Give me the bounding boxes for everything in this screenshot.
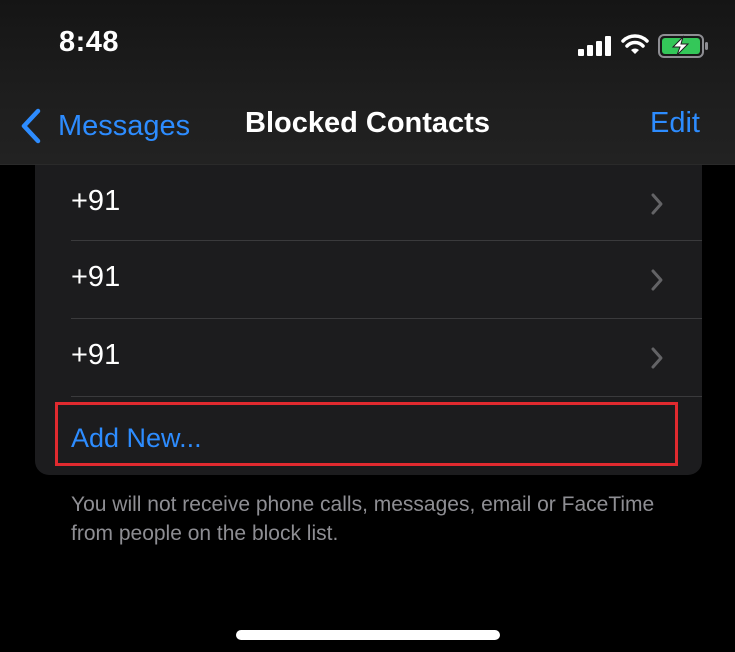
chevron-right-icon: [651, 193, 663, 215]
wifi-icon: [621, 34, 649, 54]
cellular-signal-icon: [578, 36, 611, 56]
home-indicator[interactable]: [236, 630, 500, 640]
row-divider: [71, 396, 702, 397]
blocked-contact-number: +91: [71, 261, 121, 293]
status-icons: [578, 32, 713, 58]
navigation-header: 8:48 Messages Blocked Contacts Edit: [0, 0, 735, 165]
blocked-contact-row[interactable]: +91: [35, 319, 702, 397]
page-title: Blocked Contacts: [0, 107, 735, 140]
blocked-contact-number: +91: [71, 185, 121, 217]
chevron-right-icon: [651, 269, 663, 291]
blocked-contact-row[interactable]: +91: [35, 165, 702, 243]
chevron-right-icon: [651, 347, 663, 369]
page-title-text: Blocked Contacts: [245, 107, 490, 139]
blocked-contact-number: +91: [71, 339, 121, 371]
status-time: 8:48: [59, 26, 120, 58]
battery-charging-icon: [658, 34, 708, 58]
highlight-box: [55, 402, 678, 466]
blocked-contact-row[interactable]: +91: [35, 241, 702, 319]
block-list-footer-note: You will not receive phone calls, messag…: [71, 493, 655, 545]
edit-button[interactable]: Edit: [650, 107, 700, 140]
